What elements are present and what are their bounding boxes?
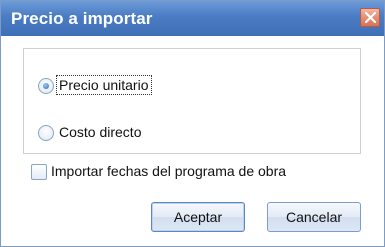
import-dates-checkbox-row[interactable]: Importar fechas del programa de obra xyxy=(31,162,351,184)
dialog-content: Precio unitario Costo directo Importar f… xyxy=(1,36,384,246)
import-dates-label[interactable]: Importar fechas del programa de obra xyxy=(51,163,286,179)
radio-option-precio-unitario[interactable]: Precio unitario xyxy=(38,75,238,98)
radio-label-precio-unitario[interactable]: Precio unitario xyxy=(56,75,152,95)
title-bar[interactable]: Precio a importar xyxy=(1,1,384,36)
close-button[interactable] xyxy=(360,8,380,27)
radio-button-selected[interactable] xyxy=(38,78,54,94)
cancel-button[interactable]: Cancelar xyxy=(267,202,361,232)
radio-option-costo-directo[interactable]: Costo directo xyxy=(38,123,238,145)
radio-button-unselected[interactable] xyxy=(38,125,54,141)
radio-label-costo-directo[interactable]: Costo directo xyxy=(57,123,143,141)
dialog-title: Precio a importar xyxy=(11,9,153,28)
price-options-group: Precio unitario Costo directo xyxy=(23,48,361,154)
accept-button[interactable]: Aceptar xyxy=(151,202,245,232)
dialog-window: Precio a importar Precio unitario Costo … xyxy=(0,0,385,247)
import-dates-checkbox[interactable] xyxy=(31,164,47,180)
close-icon xyxy=(365,12,376,23)
